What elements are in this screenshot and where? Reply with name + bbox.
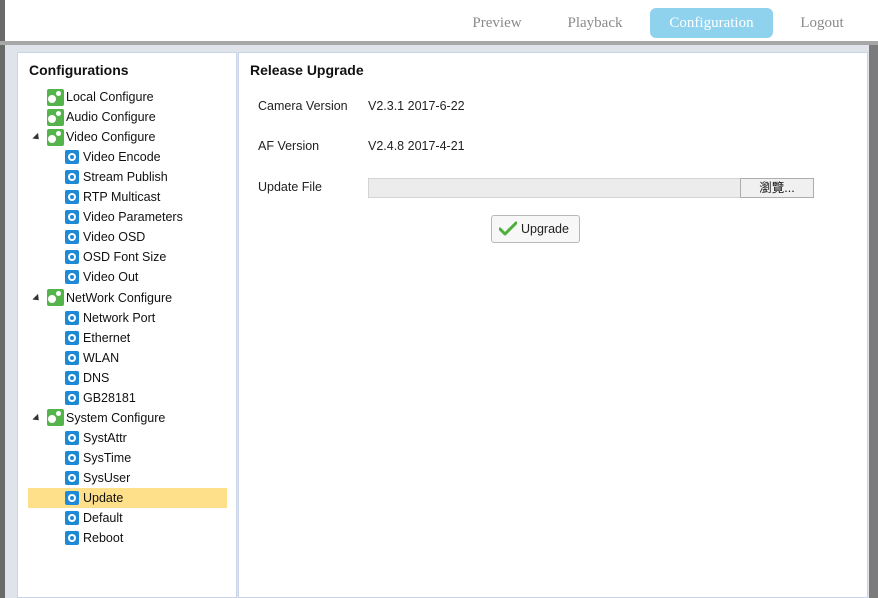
gear-blue-icon <box>65 390 79 405</box>
sidebar-item-dns[interactable]: DNS <box>65 368 109 388</box>
sidebar-item-label: Video Out <box>83 270 139 285</box>
top-nav-bar: Preview Playback Configuration Logout <box>0 0 878 41</box>
gear-blue-icon <box>65 230 79 245</box>
camera-version-value: V2.3.1 2017-6-22 <box>368 99 465 113</box>
gear-green-icon <box>47 88 64 106</box>
gear-blue-icon <box>65 330 79 345</box>
gear-blue-icon <box>65 531 79 546</box>
sidebar-item-stream-publish[interactable]: Stream Publish <box>65 167 168 187</box>
nav-preview[interactable]: Preview <box>457 8 537 38</box>
sidebar-item-label: SysUser <box>83 470 131 485</box>
sidebar-item-label: Video Configure <box>66 130 156 145</box>
sidebar-item-label: Network Port <box>83 310 156 325</box>
sidebar-item-label: Stream Publish <box>83 170 168 185</box>
sidebar-item-label: Video OSD <box>83 230 146 245</box>
sidebar-item-label: Video Encode <box>83 150 161 165</box>
gear-blue-icon <box>65 250 79 265</box>
sidebar-item-osd-font-size[interactable]: OSD Font Size <box>65 247 166 267</box>
sidebar-item-label: Default <box>83 511 123 526</box>
gear-blue-icon <box>65 270 79 285</box>
sidebar-item-gb28181[interactable]: GB28181 <box>65 388 136 408</box>
af-version-value: V2.4.8 2017-4-21 <box>368 139 465 153</box>
gear-blue-icon <box>65 450 79 465</box>
sidebar-item-video-out[interactable]: Video Out <box>65 267 138 287</box>
expand-arrow-icon[interactable] <box>32 132 42 143</box>
update-file-input[interactable] <box>368 178 740 198</box>
sidebar-item-video-encode[interactable]: Video Encode <box>65 147 161 167</box>
sidebar-item-systattr[interactable]: SystAttr <box>65 428 127 448</box>
camera-version-label: Camera Version <box>258 99 348 113</box>
gear-blue-icon <box>65 210 79 225</box>
sidebar-item-local-configure[interactable]: Local Configure <box>47 87 154 107</box>
gear-blue-icon <box>65 190 79 205</box>
sidebar-item-sysuser[interactable]: SysUser <box>65 468 130 488</box>
vertical-scrollbar[interactable] <box>869 45 878 598</box>
sidebar-item-label: Reboot <box>83 531 124 546</box>
sidebar-item-video-osd[interactable]: Video OSD <box>65 227 145 247</box>
sidebar-item-label: System Configure <box>66 410 166 425</box>
sidebar-item-system-configure[interactable]: System Configure <box>32 408 166 428</box>
gear-blue-icon <box>65 370 79 385</box>
af-version-label: AF Version <box>258 139 320 153</box>
sidebar-item-network-port[interactable]: Network Port <box>65 308 155 328</box>
sidebar-title: Configurations <box>29 62 129 78</box>
gear-green-icon <box>47 409 64 427</box>
expand-arrow-icon[interactable] <box>32 413 42 423</box>
gear-blue-icon <box>65 470 79 485</box>
sidebar-item-network-configure[interactable]: NetWork Configure <box>32 288 173 308</box>
sidebar-item-rtp-multicast[interactable]: RTP Multicast <box>65 187 160 207</box>
sidebar-item-ethernet[interactable]: Ethernet <box>65 328 130 348</box>
gear-green-icon <box>47 128 64 146</box>
sidebar-item-label: WLAN <box>83 350 120 365</box>
upgrade-button-label: Upgrade <box>521 222 569 236</box>
sidebar-item-label: NetWork Configure <box>66 290 173 305</box>
checkmark-icon <box>499 221 517 236</box>
gear-green-icon <box>47 289 64 306</box>
gear-blue-icon <box>65 150 79 165</box>
update-file-label: Update File <box>258 180 322 194</box>
gear-blue-icon <box>65 430 79 445</box>
sidebar-item-label: Video Parameters <box>83 210 183 225</box>
gear-blue-icon <box>65 511 79 526</box>
sidebar-item-systime[interactable]: SysTime <box>65 448 131 468</box>
sidebar-item-label: Update <box>83 491 124 505</box>
sidebar-item-label: SysTime <box>83 450 132 465</box>
sidebar-item-reboot[interactable]: Reboot <box>65 528 123 548</box>
sidebar-item-video-configure[interactable]: Video Configure <box>32 127 156 147</box>
nav-configuration[interactable]: Configuration <box>650 8 773 38</box>
page-title: Release Upgrade <box>250 62 364 78</box>
main-panel: Release Upgrade Camera Version V2.3.1 20… <box>238 52 868 598</box>
sidebar-item-label: Local Configure <box>66 90 154 104</box>
sidebar-item-update[interactable]: Update <box>28 488 227 508</box>
sidebar-item-video-parameters[interactable]: Video Parameters <box>65 207 183 227</box>
sidebar-item-label: SystAttr <box>83 430 127 445</box>
sidebar-item-label: Ethernet <box>83 330 131 345</box>
nav-logout[interactable]: Logout <box>785 8 859 38</box>
expand-arrow-icon[interactable] <box>32 293 42 303</box>
sidebar-item-label: Audio Configure <box>66 110 156 125</box>
sidebar-item-audio-configure[interactable]: Audio Configure <box>47 107 156 127</box>
sidebar-item-label: RTP Multicast <box>83 190 161 205</box>
sidebar-item-label: DNS <box>83 370 110 385</box>
browse-button[interactable]: 瀏覽... <box>740 178 814 198</box>
sidebar-item-default[interactable]: Default <box>65 508 123 528</box>
gear-blue-icon <box>65 350 79 365</box>
sidebar-item-label: OSD Font Size <box>83 250 167 265</box>
nav-playback[interactable]: Playback <box>553 8 637 38</box>
sidebar-item-label: GB28181 <box>83 390 136 405</box>
gear-blue-icon <box>65 310 79 325</box>
sidebar-item-wlan[interactable]: WLAN <box>65 348 119 368</box>
gear-blue-icon <box>65 491 79 505</box>
upgrade-button[interactable]: Upgrade <box>491 215 580 243</box>
config-sidebar: Configurations Local Configure Audio Conf… <box>17 52 237 598</box>
gear-green-icon <box>47 108 64 126</box>
gear-blue-icon <box>65 170 79 185</box>
